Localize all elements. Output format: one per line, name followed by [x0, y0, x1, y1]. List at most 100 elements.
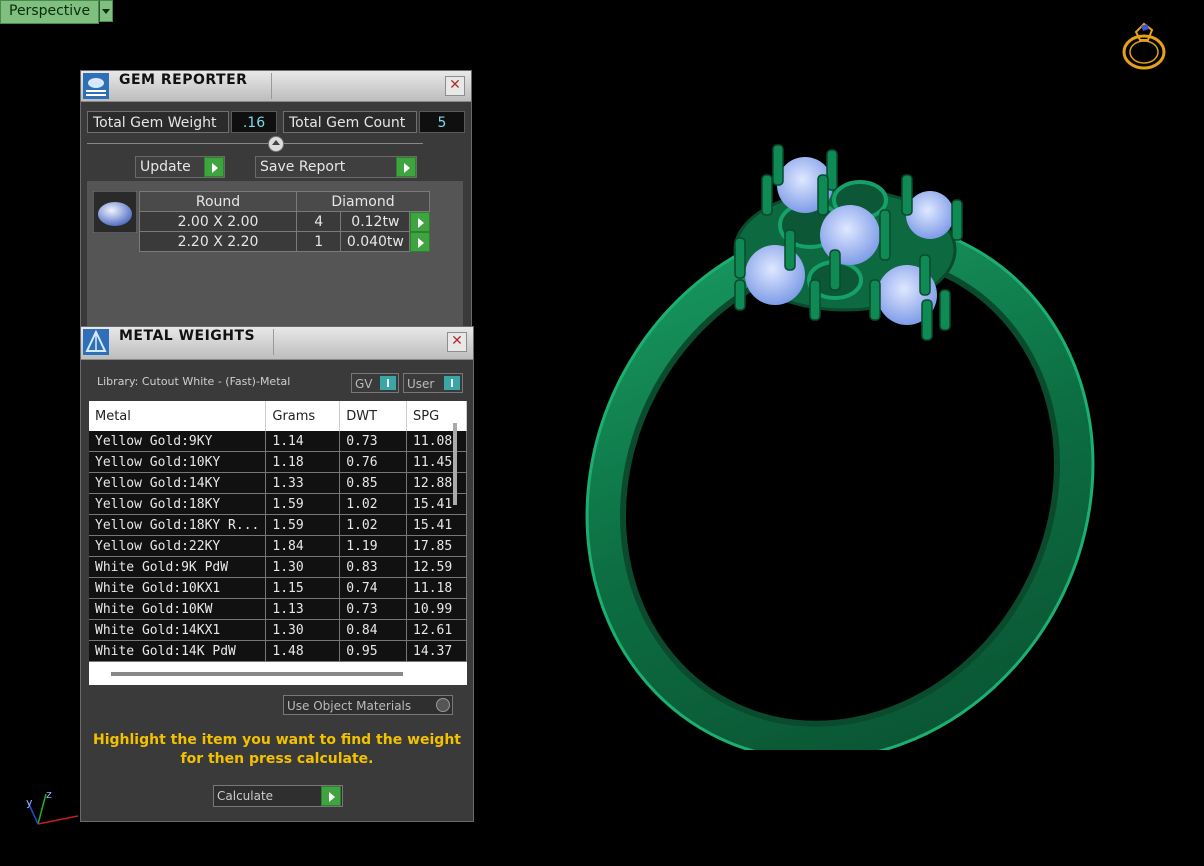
metal-name-cell: Yellow Gold:18KY R...	[89, 514, 267, 536]
metal-table-header: Metal Grams DWT SPG	[89, 401, 467, 431]
column-header-spg[interactable]: SPG	[406, 401, 467, 431]
viewport-dropdown-button[interactable]	[99, 0, 114, 22]
user-label: User	[407, 377, 435, 391]
axis-y-label: y	[26, 796, 33, 809]
dwt-cell: 0.84	[339, 619, 408, 641]
grams-cell: 1.15	[265, 577, 341, 599]
gem-reporter-titlebar[interactable]: GEM REPORTER ✕	[81, 71, 471, 102]
title-separator	[271, 73, 272, 99]
gem-row-select-button[interactable]	[409, 231, 431, 252]
grams-cell: 1.59	[265, 493, 341, 515]
grams-cell: 1.59	[265, 514, 341, 536]
dwt-cell: 0.76	[339, 451, 408, 473]
metal-weights-titlebar[interactable]: METAL WEIGHTS ✕	[81, 327, 473, 360]
viewport-tab[interactable]: Perspective	[0, 0, 114, 24]
dwt-cell: 0.95	[339, 640, 408, 662]
table-row[interactable]: Yellow Gold:18KY 1.59 1.02 15.41	[89, 493, 467, 515]
metal-weights-close-button[interactable]: ✕	[447, 332, 467, 352]
gem-row-select-button[interactable]	[409, 211, 431, 232]
title-separator	[273, 329, 274, 355]
gem-row[interactable]: 2.00 X 2.00 4 0.12tw	[139, 211, 431, 232]
metal-name-cell: White Gold:10KX1	[89, 577, 267, 599]
metal-name-cell: White Gold:14KX1	[89, 619, 267, 641]
spg-cell: 11.45	[406, 451, 467, 473]
metal-name-cell: White Gold:9K PdW	[89, 556, 267, 578]
horizontal-scrollbar[interactable]	[111, 672, 403, 676]
table-row[interactable]: White Gold:9K PdW 1.30 0.83 12.59	[89, 556, 467, 578]
table-row[interactable]: White Gold:14K PdW 1.48 0.95 14.37	[89, 640, 467, 662]
spg-cell: 12.61	[406, 619, 467, 641]
spg-cell: 10.99	[406, 598, 467, 620]
grams-cell: 1.13	[265, 598, 341, 620]
dwt-cell: 1.19	[339, 535, 408, 557]
dwt-cell: 0.73	[339, 431, 408, 452]
ring-model[interactable]	[540, 130, 1120, 750]
metal-name-cell: Yellow Gold:22KY	[89, 535, 267, 557]
calculate-button[interactable]: Calculate	[213, 785, 343, 807]
table-row[interactable]: White Gold:10KX1 1.15 0.74 11.18	[89, 577, 467, 599]
gem-size: 2.20 X 2.20	[139, 231, 297, 252]
ring-widget-icon[interactable]	[1118, 18, 1174, 74]
save-report-play-icon[interactable]	[396, 157, 416, 177]
column-header-dwt[interactable]: DWT	[339, 401, 408, 431]
metal-name-cell: White Gold:10KW	[89, 598, 267, 620]
column-header-grams[interactable]: Grams	[265, 401, 341, 431]
gv-toggle[interactable]: GV	[351, 373, 399, 393]
spg-cell: 15.41	[406, 514, 467, 536]
metal-weights-panel: METAL WEIGHTS ✕ Library: Cutout White - …	[80, 326, 474, 822]
table-row[interactable]: White Gold:14KX1 1.30 0.84 12.61	[89, 619, 467, 641]
table-row[interactable]: Yellow Gold:22KY 1.84 1.19 17.85	[89, 535, 467, 557]
gem-weight: 0.040tw	[340, 231, 411, 252]
table-row[interactable]: Yellow Gold:9KY 1.14 0.73 11.08	[89, 431, 467, 452]
metal-name-cell: Yellow Gold:9KY	[89, 431, 267, 452]
metal-name-cell: Yellow Gold:10KY	[89, 451, 267, 473]
gem-reporter-close-button[interactable]: ✕	[445, 76, 465, 96]
table-row[interactable]: Yellow Gold:14KY 1.33 0.85 12.88	[89, 472, 467, 494]
spg-cell: 14.37	[406, 640, 467, 662]
grams-cell: 1.33	[265, 472, 341, 494]
update-play-icon[interactable]	[204, 157, 224, 177]
metal-table[interactable]: Metal Grams DWT SPG Yellow Gold:9KY 1.14 0…	[89, 401, 467, 685]
column-header-metal[interactable]: Metal	[89, 401, 267, 431]
instruction-text: Highlight the item you want to find the …	[93, 732, 461, 767]
grams-cell: 1.84	[265, 535, 341, 557]
grams-cell: 1.30	[265, 556, 341, 578]
metal-name-cell: Yellow Gold:14KY	[89, 472, 267, 494]
total-gem-weight-value: .16	[231, 111, 277, 133]
round-gem-icon[interactable]	[93, 191, 137, 233]
gem-size: 2.00 X 2.00	[139, 211, 297, 232]
gem-reporter-icon	[83, 73, 109, 99]
toggle-knob-icon	[380, 376, 396, 390]
dwt-cell: 0.85	[339, 472, 408, 494]
grams-cell: 1.14	[265, 431, 341, 452]
spg-cell: 17.85	[406, 535, 467, 557]
viewport-label[interactable]: Perspective	[0, 0, 100, 24]
dwt-cell: 1.02	[339, 514, 408, 536]
gem-row[interactable]: 2.20 X 2.20 1 0.040tw	[139, 231, 431, 252]
metal-weights-title: METAL WEIGHTS	[119, 328, 256, 344]
metal-name-cell: Yellow Gold:18KY	[89, 493, 267, 515]
user-toggle[interactable]: User	[403, 373, 463, 393]
update-button[interactable]: Update	[135, 156, 225, 178]
gem-count: 4	[295, 211, 342, 232]
toggle-knob-icon	[444, 376, 460, 390]
table-row[interactable]: White Gold:10KW 1.13 0.73 10.99	[89, 598, 467, 620]
vertical-scrollbar[interactable]	[453, 423, 457, 505]
dwt-cell: 0.83	[339, 556, 408, 578]
spg-cell: 11.18	[406, 577, 467, 599]
total-gem-count-value: 5	[419, 111, 465, 133]
gem-reporter-panel: GEM REPORTER ✕ Total Gem Weight .16 Tota…	[80, 70, 472, 332]
save-report-button[interactable]: Save Report	[255, 156, 417, 178]
collapse-knob-icon[interactable]	[268, 136, 284, 152]
table-row[interactable]: Yellow Gold:18KY R... 1.59 1.02 15.41	[89, 514, 467, 536]
gem-reporter-title: GEM REPORTER	[119, 72, 248, 88]
calculate-play-icon[interactable]	[321, 786, 341, 806]
table-row[interactable]: Yellow Gold:10KY 1.18 0.76 11.45	[89, 451, 467, 473]
spg-cell: 12.59	[406, 556, 467, 578]
total-gem-weight-label: Total Gem Weight	[87, 111, 229, 133]
library-label: Library: Cutout White - (Fast)-Metal	[97, 375, 291, 388]
gem-shape-header: Round	[139, 191, 297, 212]
grams-cell: 1.18	[265, 451, 341, 473]
use-object-materials-toggle[interactable]: Use Object Materials	[283, 695, 453, 715]
grams-cell: 1.48	[265, 640, 341, 662]
